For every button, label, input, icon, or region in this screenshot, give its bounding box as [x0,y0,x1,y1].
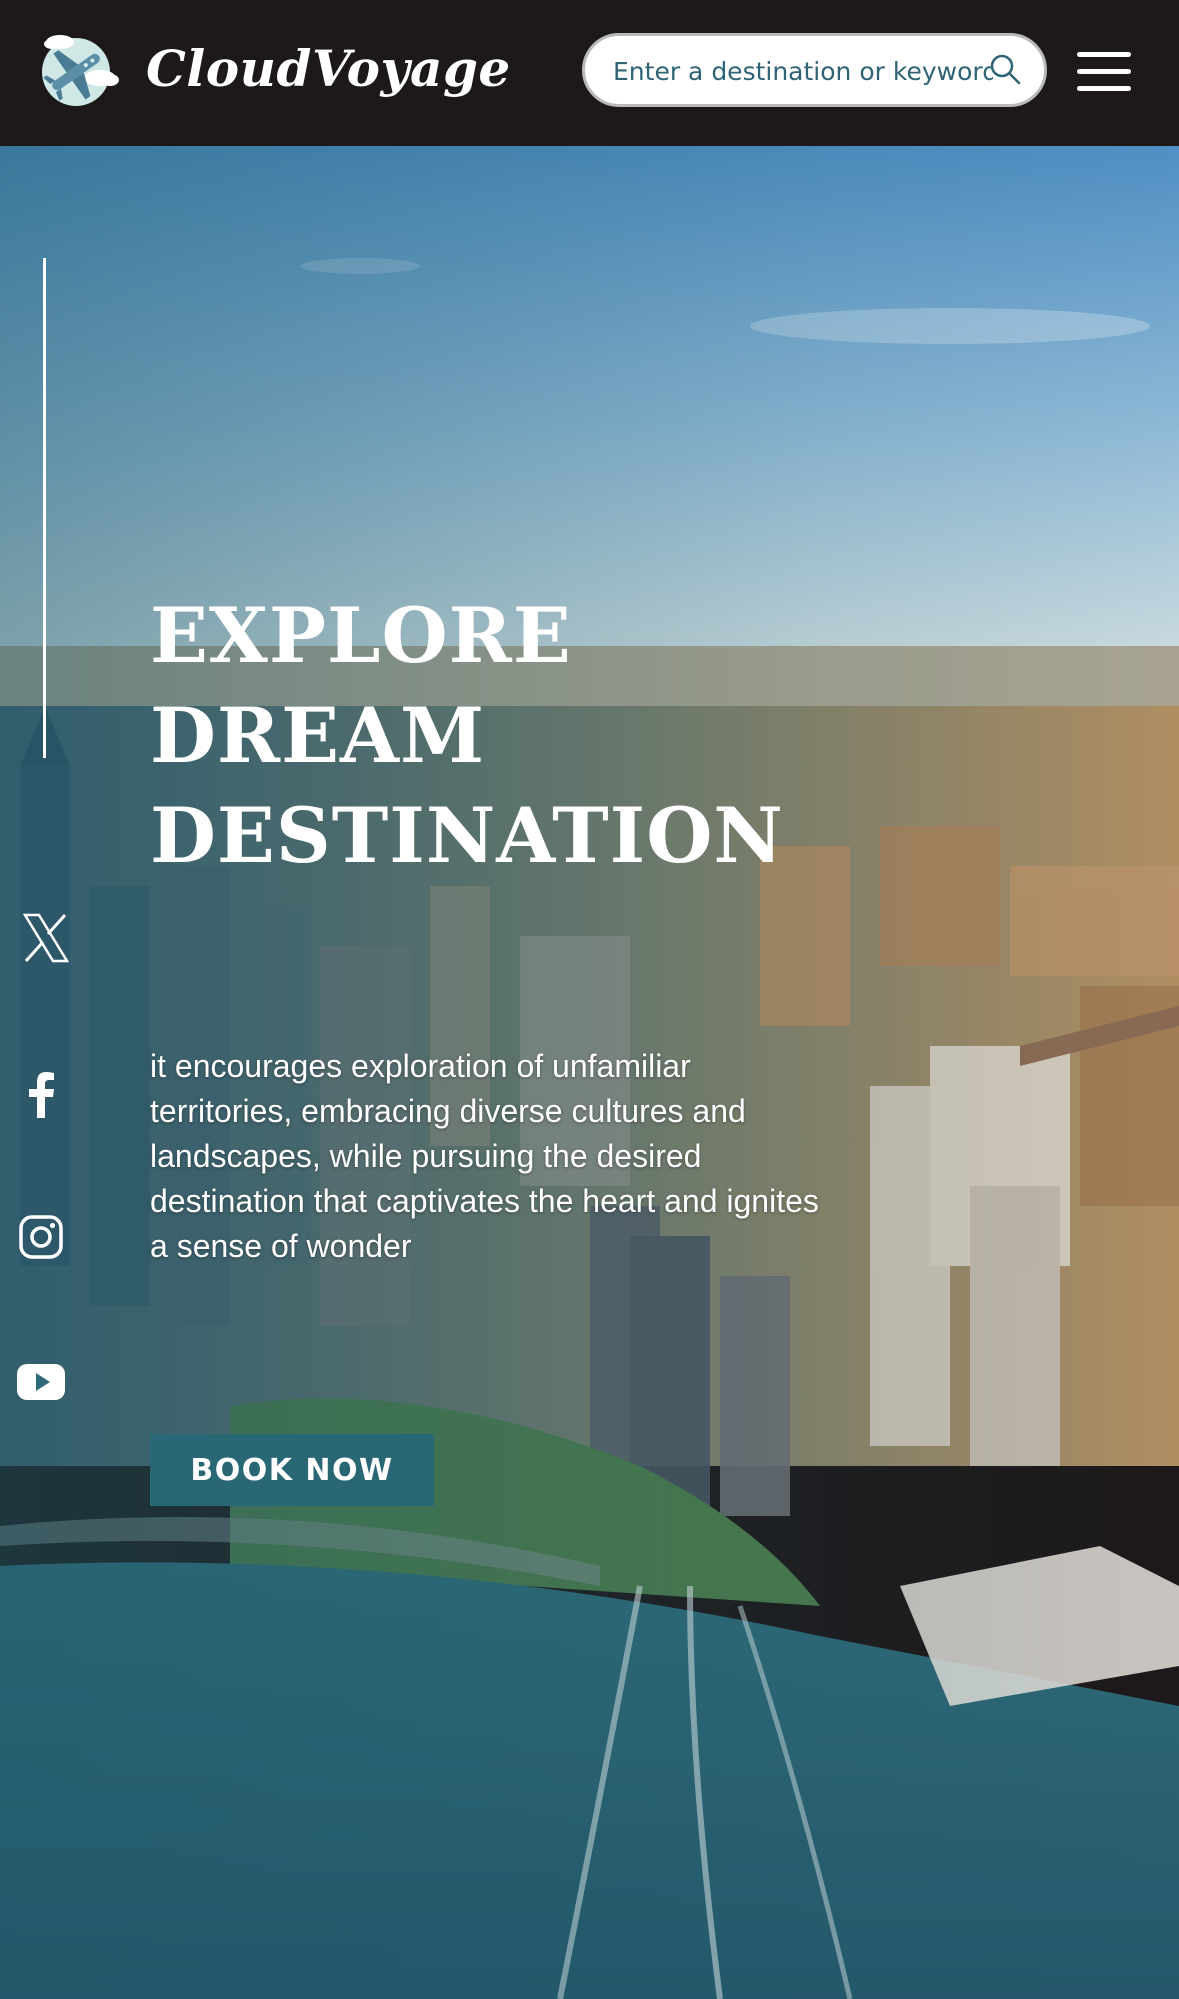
decorative-vertical-line [43,258,46,758]
search-bar[interactable] [582,33,1047,107]
brand-name[interactable]: CloudVoyage [146,34,511,104]
instagram-icon[interactable] [18,1214,64,1260]
top-navbar: CloudVoyage [0,0,1179,146]
hamburger-menu-icon[interactable] [1077,50,1131,94]
hero-section: EXPLORE DREAM DESTINATION it encourages … [0,146,1179,1999]
youtube-icon[interactable] [17,1364,65,1400]
search-icon[interactable] [987,52,1023,88]
book-now-button[interactable]: BOOK NOW [150,1434,434,1506]
search-input[interactable] [613,52,993,90]
headline-line: EXPLORE [150,591,572,680]
hero-headline: EXPLORE DREAM DESTINATION [150,586,784,886]
headline-line: DREAM [150,691,486,780]
hero-description: it encourages exploration of unfamiliar … [150,1048,819,1264]
facebook-icon[interactable] [26,1072,56,1118]
headline-line: DESTINATION [150,791,784,880]
x-icon[interactable] [22,913,70,963]
airplane-cloud-icon[interactable] [30,30,122,110]
